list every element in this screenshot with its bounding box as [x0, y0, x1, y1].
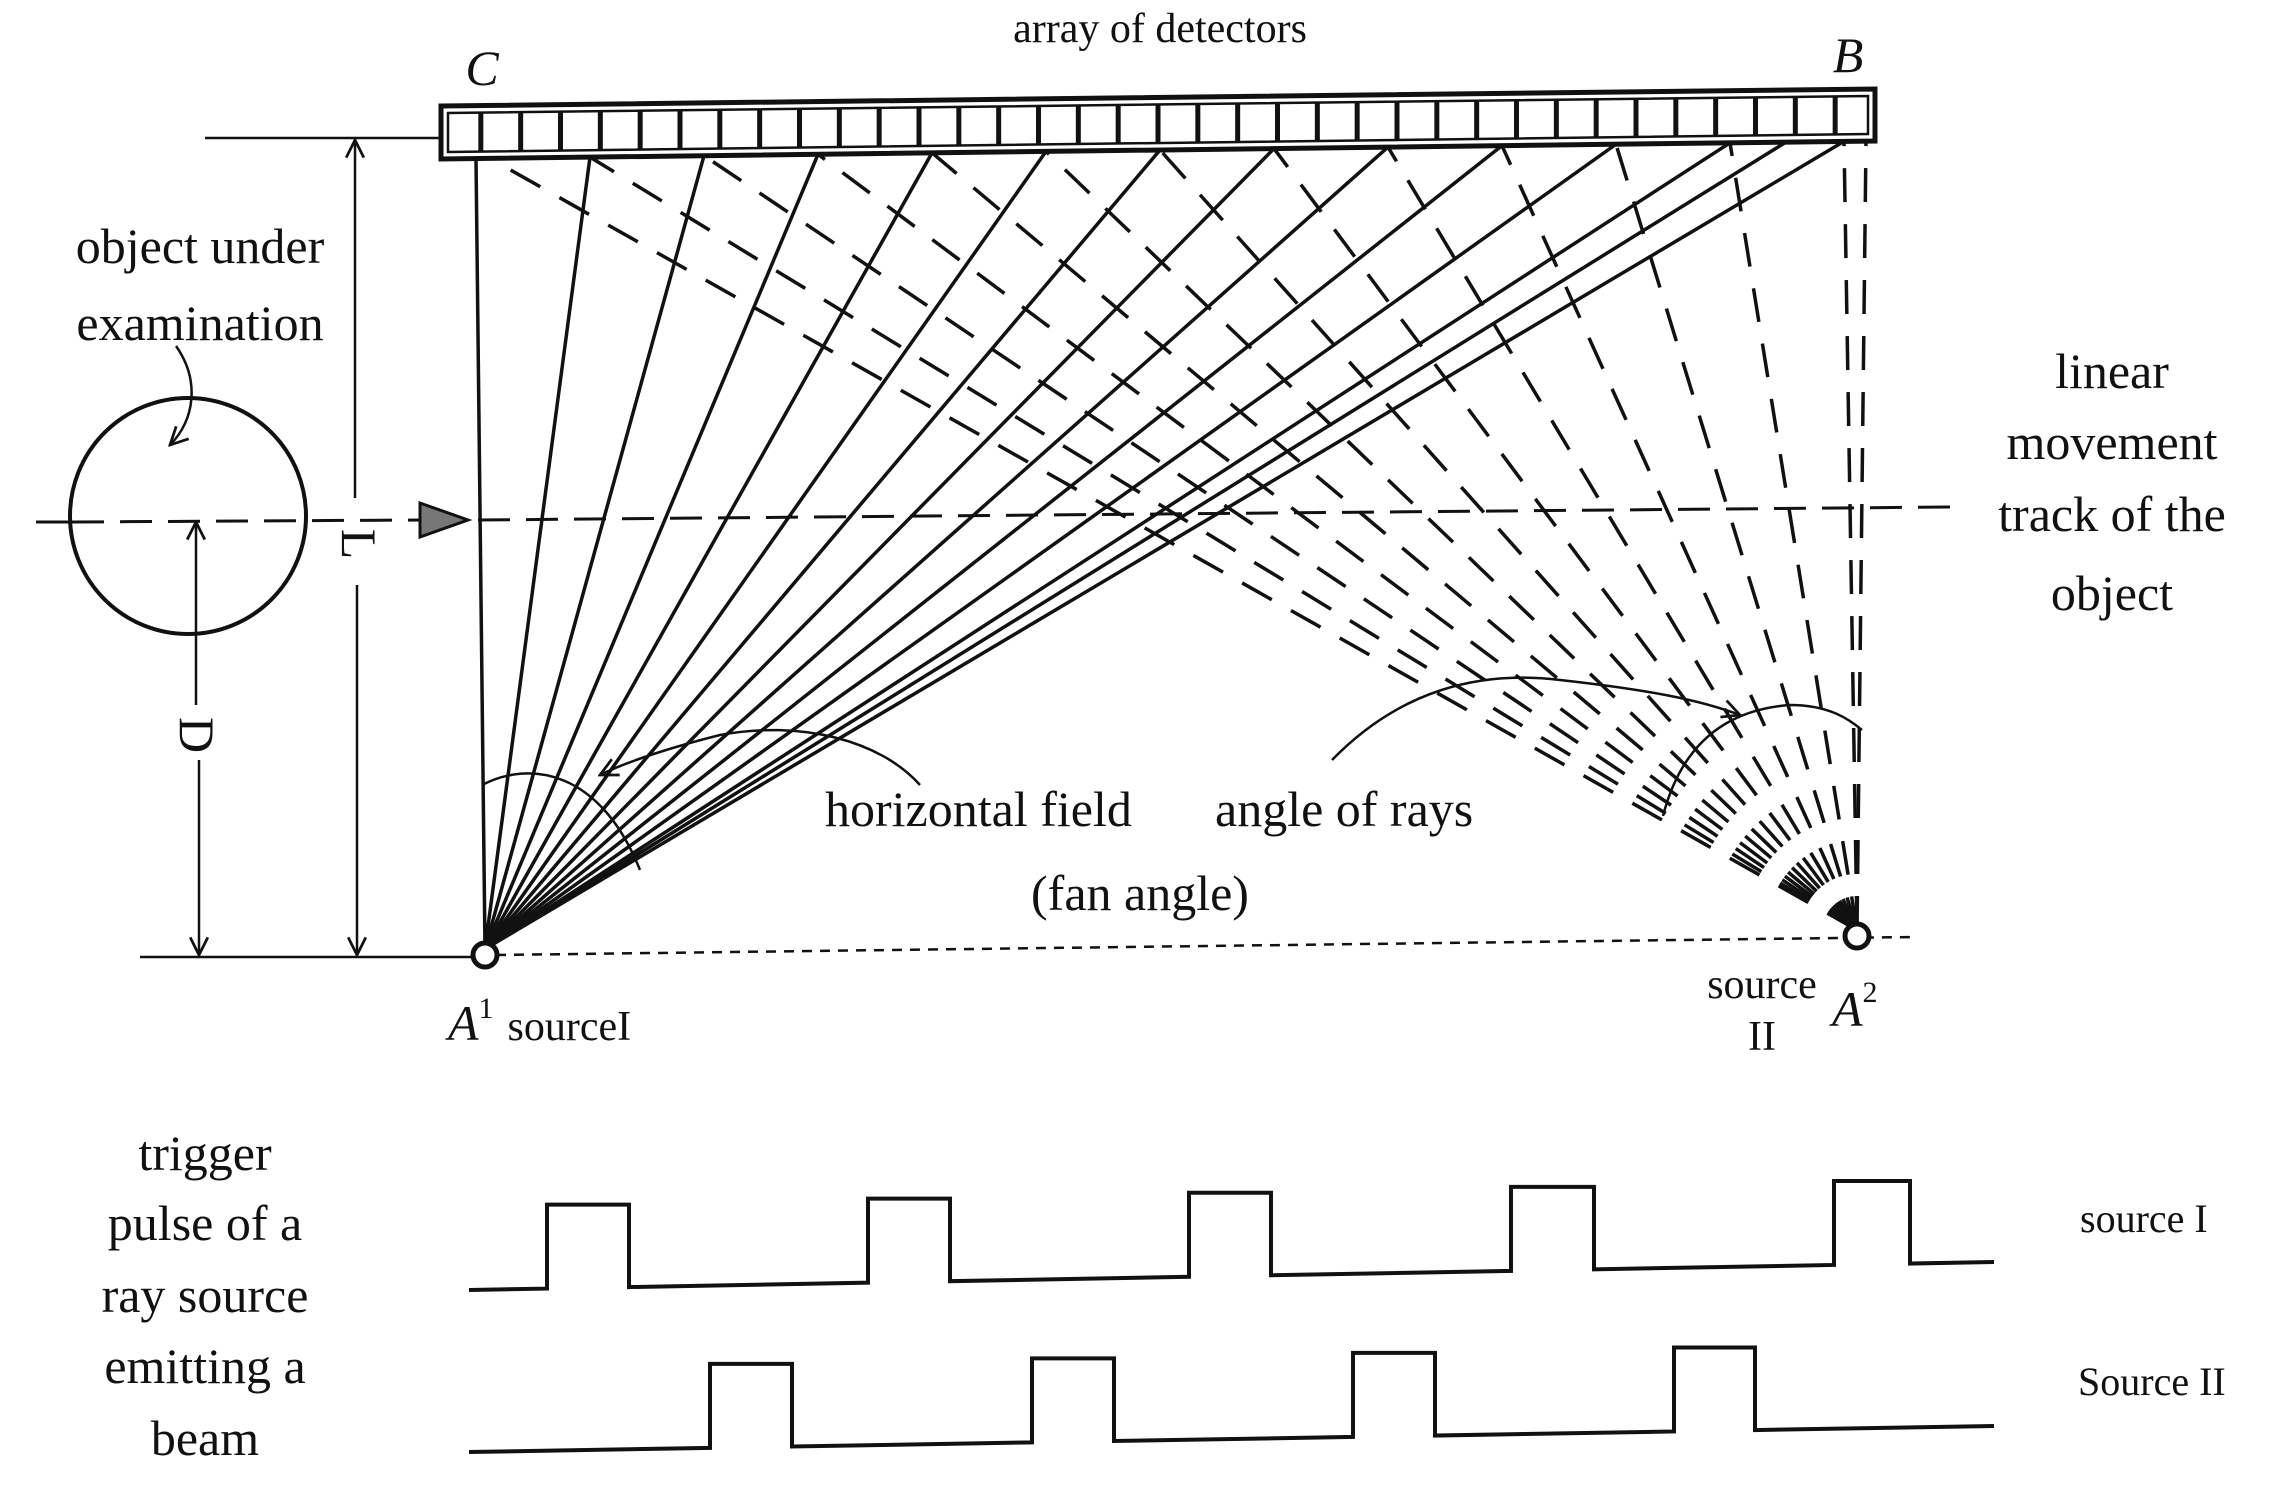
- ray-solid: [474, 158, 487, 950]
- ray-dashed: [1500, 144, 1859, 931]
- track-label-line4: object: [2051, 565, 2173, 621]
- corner-label-c: C: [465, 40, 499, 96]
- source-2-symbol: A: [1829, 981, 1863, 1037]
- object-label-line2: examination: [76, 295, 323, 351]
- trace-label-source-1: source I: [2080, 1196, 2208, 1241]
- object-leader-arrow: [170, 345, 193, 445]
- timing-caption-line5: beam: [151, 1410, 259, 1466]
- dimension-label-d: D: [169, 717, 225, 753]
- ray-solid: [484, 139, 1845, 951]
- source-2-name-line1: source: [1707, 962, 1817, 1008]
- ray-solid: [483, 156, 592, 950]
- source-2-name-line2: II: [1748, 1014, 1776, 1060]
- timing-caption-line2: pulse of a: [108, 1195, 302, 1251]
- track-label-line1: linear: [2055, 343, 2169, 399]
- timing-caption-line4: emitting a: [104, 1338, 305, 1394]
- ray-dashed: [1728, 142, 1859, 931]
- object-label-line1: object under: [76, 218, 325, 274]
- source-baseline: [495, 935, 1917, 957]
- source-1-label: A1 sourceI: [445, 992, 631, 1051]
- trace-label-source-2: Source II: [2078, 1359, 2226, 1404]
- fan-beam-diagram: array of detectors C B L D object under …: [36, 6, 2226, 1466]
- fan-label-horizontal-field: horizontal field: [825, 781, 1132, 837]
- timing-caption-line1: trigger: [138, 1125, 272, 1181]
- trace-source-2: [468, 1345, 1995, 1454]
- ray-dashed: [1842, 141, 1859, 931]
- track-label-line2: movement: [2006, 414, 2217, 470]
- detector-array-title: array of detectors: [1013, 6, 1307, 52]
- source-1-marker-icon: [470, 940, 500, 970]
- detector-array: [438, 86, 1878, 162]
- fan-label-angle-of-rays: angle of rays: [1215, 781, 1473, 837]
- dimension-label-l: L: [331, 529, 387, 560]
- track-dashed-left: [71, 518, 421, 524]
- source-2-superscript: 2: [1863, 976, 1878, 1009]
- ray-solid: [484, 140, 1787, 951]
- track-dashed-right: [477, 505, 1951, 522]
- source-1-superscript: 1: [479, 992, 494, 1025]
- timing-caption-line3: ray source: [102, 1267, 309, 1323]
- source-1-name: sourceI: [508, 1004, 632, 1050]
- source-1-symbol: A: [445, 995, 479, 1051]
- track-label-line3: track of the: [1998, 486, 2226, 542]
- track-arrowhead-icon: [418, 500, 473, 540]
- corner-label-b: B: [1833, 27, 1864, 83]
- fan-label-fan-angle: (fan angle): [1031, 865, 1249, 921]
- source-2-marker-icon: [1842, 921, 1872, 951]
- trace-source-1: [468, 1178, 1995, 1292]
- ray-dashed: [1855, 141, 1868, 931]
- source-2-label: A2: [1829, 976, 1878, 1037]
- object-circle: [68, 396, 308, 636]
